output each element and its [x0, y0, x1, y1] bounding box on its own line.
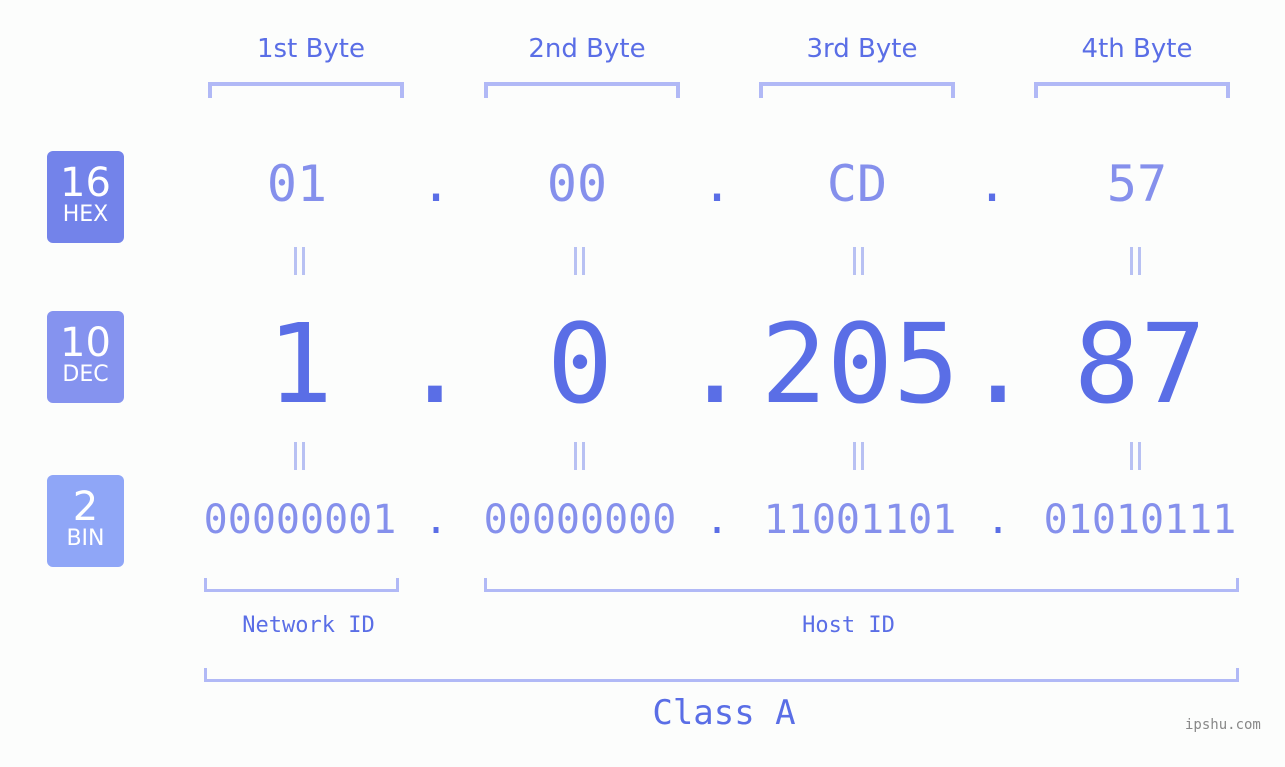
bin-dot-3: .: [985, 497, 1011, 543]
dec-byte-4: 87: [1073, 300, 1207, 428]
host-id-label: Host ID: [802, 613, 895, 638]
bin-dot-1: .: [423, 497, 449, 543]
watermark: ipshu.com: [1185, 717, 1261, 733]
byte-bracket-2: [484, 82, 680, 98]
equals-icon: [851, 442, 865, 470]
equals-icon: [1128, 442, 1142, 470]
dec-byte-3: 205: [760, 300, 960, 428]
dec-byte-2: 0: [546, 300, 614, 428]
bin-dot-2: .: [704, 497, 730, 543]
network-id-label: Network ID: [242, 613, 375, 638]
bin-base: 2: [72, 484, 99, 530]
hex-badge: 16 HEX: [47, 151, 124, 243]
bin-badge: 2 BIN: [47, 475, 124, 567]
dec-dot-1: .: [401, 300, 469, 428]
hex-base: 16: [60, 160, 111, 206]
hex-dot-2: .: [701, 155, 733, 213]
equals-icon: [572, 442, 586, 470]
byte-bracket-4: [1034, 82, 1230, 98]
network-bracket: [204, 578, 399, 592]
equals-icon: [851, 247, 865, 275]
byte-header-1: 1st Byte: [257, 34, 365, 64]
dec-byte-1: 1: [266, 300, 334, 428]
byte-header-3: 3rd Byte: [806, 34, 918, 64]
class-bracket: [204, 668, 1239, 682]
host-bracket: [484, 578, 1239, 592]
dec-label: DEC: [62, 362, 109, 387]
bin-label: BIN: [66, 526, 105, 551]
equals-icon: [292, 442, 306, 470]
equals-icon: [292, 247, 306, 275]
equals-icon: [1128, 247, 1142, 275]
hex-dot-1: .: [420, 155, 452, 213]
byte-header-2: 2nd Byte: [528, 34, 646, 64]
class-label: Class A: [652, 693, 796, 733]
dec-badge: 10 DEC: [47, 311, 124, 403]
byte-header-4: 4th Byte: [1081, 34, 1193, 64]
dec-dot-2: .: [681, 300, 749, 428]
hex-label: HEX: [62, 202, 109, 227]
byte-bracket-1: [208, 82, 404, 98]
hex-dot-3: .: [976, 155, 1008, 213]
dec-dot-3: .: [964, 300, 1032, 428]
byte-bracket-3: [759, 82, 955, 98]
equals-icon: [572, 247, 586, 275]
dec-base: 10: [60, 320, 111, 366]
